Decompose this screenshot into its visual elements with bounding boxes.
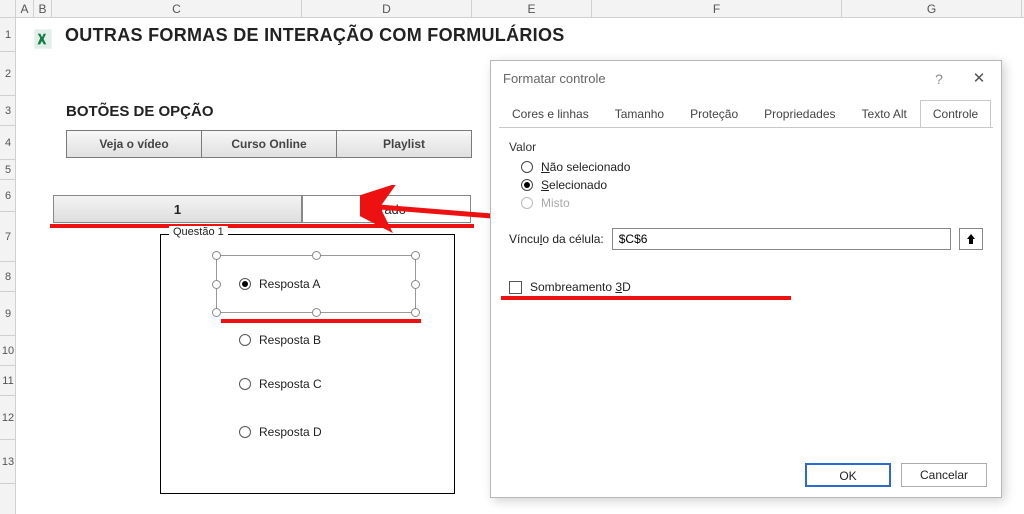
option-b-label: Resposta B: [259, 333, 321, 347]
option-b[interactable]: Resposta B: [239, 333, 321, 347]
col-B[interactable]: B: [34, 0, 52, 18]
row-10[interactable]: 10: [0, 336, 16, 366]
cancel-button[interactable]: Cancelar: [901, 463, 987, 487]
select-all-cell[interactable]: [0, 0, 16, 18]
format-control-dialog: Formatar controle ? ✕ Cores e linhas Tam…: [490, 60, 1002, 498]
tab-protecao[interactable]: Proteção: [677, 100, 751, 128]
option-c[interactable]: Resposta C: [239, 377, 322, 391]
row-5[interactable]: 5: [0, 160, 16, 180]
option-d[interactable]: Resposta D: [239, 425, 322, 439]
radio-icon: [239, 278, 251, 290]
result-cell-d6[interactable]: Errado: [302, 195, 471, 223]
value-selected[interactable]: Selecionado: [521, 178, 983, 192]
radio-icon: [239, 378, 251, 390]
range-picker-icon[interactable]: [959, 228, 983, 250]
annotation-underline-link: [501, 296, 791, 300]
tab-propriedades[interactable]: Propriedades: [751, 100, 848, 128]
radio-icon: [521, 161, 533, 173]
groupbox-legend: Questão 1: [169, 226, 228, 238]
radio-icon: [239, 426, 251, 438]
cell-link-row: Vínculo da célula:: [509, 228, 983, 250]
help-icon[interactable]: ?: [923, 61, 955, 97]
value-not-selected[interactable]: Não selecionado: [521, 160, 983, 174]
row-6[interactable]: 6: [0, 180, 16, 212]
dialog-tabs: Cores e linhas Tamanho Proteção Propried…: [491, 97, 1001, 127]
row-headers: 1 2 3 4 5 6 7 8 9 10 11 12 13: [0, 18, 16, 514]
section-title: BOTÕES DE OPÇÃO: [66, 103, 214, 120]
tab-controle-pane: Valor Não selecionado Selecionado Misto …: [499, 127, 993, 447]
col-A[interactable]: A: [16, 0, 34, 18]
row-11[interactable]: 11: [0, 366, 16, 396]
dialog-title-text: Formatar controle: [503, 71, 606, 86]
col-F[interactable]: F: [592, 0, 842, 18]
row-7[interactable]: 7: [0, 212, 16, 262]
value-mixed: Misto: [521, 196, 983, 210]
playlist-button[interactable]: Playlist: [337, 131, 471, 157]
option-a-label: Resposta A: [259, 277, 320, 291]
radio-icon: [521, 197, 533, 209]
radio-icon: [239, 334, 251, 346]
column-headers: A B C D E F G: [0, 0, 1024, 18]
annotation-underline-cells: [50, 224, 474, 228]
toolbar: Veja o vídeo Curso Online Playlist: [66, 130, 472, 158]
dialog-buttons: OK Cancelar: [805, 463, 987, 487]
tab-cores-linhas[interactable]: Cores e linhas: [499, 100, 602, 128]
checkbox-icon: [509, 281, 522, 294]
option-d-label: Resposta D: [259, 425, 322, 439]
tab-texto-alt[interactable]: Texto Alt: [849, 100, 920, 128]
col-D[interactable]: D: [302, 0, 472, 18]
value-mixed-label: Misto: [541, 196, 570, 210]
row-8[interactable]: 8: [0, 262, 16, 292]
shade-3d-checkbox[interactable]: Sombreamento 3D: [509, 280, 983, 294]
tab-controle[interactable]: Controle: [920, 100, 991, 128]
cell-link-input[interactable]: [612, 228, 951, 250]
question-groupbox: Questão 1 Resposta A Resposta B Resposta…: [160, 234, 455, 494]
page-title: OUTRAS FORMAS DE INTERAÇÃO COM FORMULÁRI…: [65, 25, 565, 46]
col-C[interactable]: C: [52, 0, 302, 18]
ok-button[interactable]: OK: [805, 463, 891, 487]
annotation-underline-option: [221, 319, 421, 323]
row-9[interactable]: 9: [0, 292, 16, 336]
row-3[interactable]: 3: [0, 96, 16, 126]
row-13[interactable]: 13: [0, 440, 16, 484]
linked-cell-c6[interactable]: 1: [53, 195, 302, 223]
value-group-label: Valor: [509, 140, 983, 154]
excel-icon: [30, 26, 56, 52]
close-icon[interactable]: ✕: [963, 61, 995, 97]
dialog-titlebar[interactable]: Formatar controle ? ✕: [491, 61, 1001, 97]
option-a[interactable]: Resposta A: [239, 277, 320, 291]
option-c-label: Resposta C: [259, 377, 322, 391]
tab-tamanho[interactable]: Tamanho: [602, 100, 677, 128]
radio-icon: [521, 179, 533, 191]
col-G[interactable]: G: [842, 0, 1022, 18]
row-12[interactable]: 12: [0, 396, 16, 440]
course-button[interactable]: Curso Online: [202, 131, 337, 157]
row-1[interactable]: 1: [0, 18, 16, 52]
row-2[interactable]: 2: [0, 52, 16, 96]
col-E[interactable]: E: [472, 0, 592, 18]
video-button[interactable]: Veja o vídeo: [67, 131, 202, 157]
row-4[interactable]: 4: [0, 126, 16, 160]
